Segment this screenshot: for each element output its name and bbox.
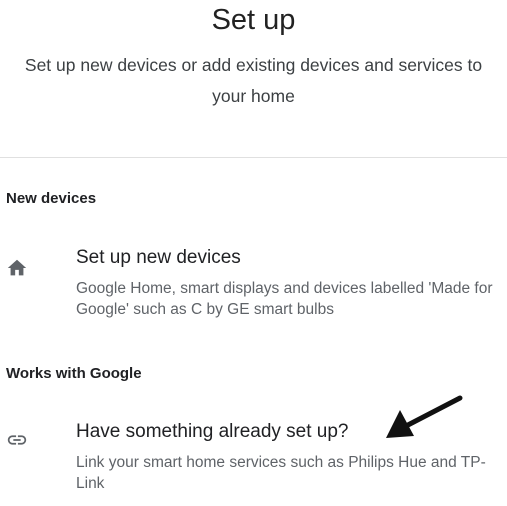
item-description: Google Home, smart displays and devices … <box>76 280 493 318</box>
section-header-new-devices: New devices <box>6 190 97 207</box>
section-header-works-with-google: Works with Google <box>6 365 142 382</box>
item-title: Set up new devices <box>76 247 241 268</box>
item-title: Have something already set up? <box>76 421 349 442</box>
annotation-arrow-icon <box>386 395 463 438</box>
home-icon <box>6 257 28 279</box>
divider <box>0 157 507 158</box>
page-title: Set up <box>211 4 296 36</box>
link-icon <box>6 429 28 451</box>
item-description: Link your smart home services such as Ph… <box>76 454 486 492</box>
set-up-new-devices-item[interactable]: Set up new devices Google Home, smart di… <box>0 245 507 325</box>
page-subtitle: Set up new devices or add existing devic… <box>24 55 483 106</box>
setup-screen: Set up Set up new devices or add existin… <box>0 0 507 506</box>
